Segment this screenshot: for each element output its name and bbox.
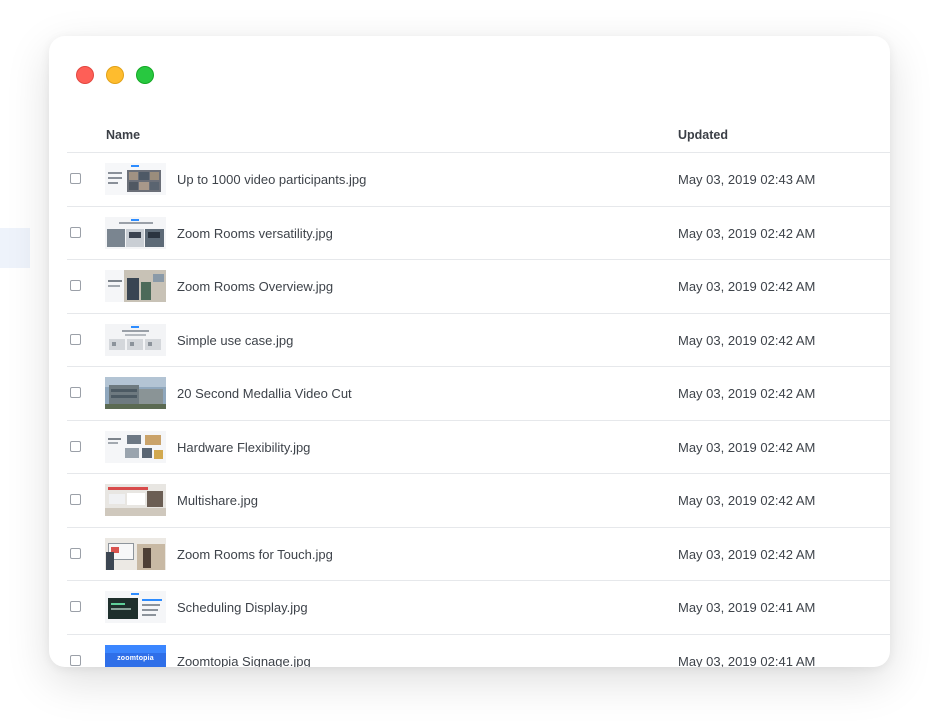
- table-row[interactable]: Simple use case.jpg May 03, 2019 02:42 A…: [67, 314, 890, 367]
- row-checkbox[interactable]: [70, 601, 81, 612]
- file-updated: May 03, 2019 02:43 AM: [678, 172, 816, 187]
- file-updated: May 03, 2019 02:42 AM: [678, 493, 816, 508]
- file-browser-window: Name Updated Up to 1000 video participan…: [49, 36, 890, 667]
- column-header-updated[interactable]: Updated: [678, 128, 728, 142]
- row-checkbox[interactable]: [70, 333, 81, 345]
- row-checkbox[interactable]: [70, 173, 81, 184]
- table-row[interactable]: Up to 1000 video participants.jpg May 03…: [67, 153, 890, 207]
- file-name[interactable]: Up to 1000 video participants.jpg: [177, 172, 366, 187]
- file-updated: May 03, 2019 02:42 AM: [678, 439, 816, 455]
- file-thumbnail: [105, 377, 166, 409]
- window-controls: [76, 66, 154, 84]
- row-checkbox[interactable]: [70, 654, 81, 666]
- signage-text: zoomtopia: [117, 654, 154, 662]
- table-row[interactable]: Zoom Rooms for Touch.jpg May 03, 2019 02…: [67, 528, 890, 581]
- file-name[interactable]: Zoomtopia Signage.jpg: [177, 654, 311, 668]
- close-button[interactable]: [76, 66, 94, 84]
- file-updated: May 03, 2019 02:42 AM: [678, 225, 816, 241]
- file-thumbnail: [105, 323, 166, 356]
- row-checkbox[interactable]: [70, 494, 81, 505]
- file-name[interactable]: Hardware Flexibility.jpg: [177, 440, 310, 455]
- file-name[interactable]: 20 Second Medallia Video Cut: [177, 386, 352, 401]
- row-checkbox[interactable]: [70, 280, 81, 291]
- row-checkbox[interactable]: [70, 226, 81, 238]
- file-updated: May 03, 2019 02:41 AM: [678, 600, 816, 615]
- table-row[interactable]: Zoom Rooms versatility.jpg May 03, 2019 …: [67, 207, 890, 260]
- row-checkbox[interactable]: [70, 440, 81, 452]
- table-row[interactable]: Zoom Rooms Overview.jpg May 03, 2019 02:…: [67, 260, 890, 314]
- file-thumbnail: [105, 484, 166, 516]
- file-table: Name Updated Up to 1000 video participan…: [67, 116, 890, 667]
- file-name[interactable]: Zoom Rooms versatility.jpg: [177, 226, 333, 241]
- table-row[interactable]: Scheduling Display.jpg May 03, 2019 02:4…: [67, 581, 890, 635]
- table-row[interactable]: Multishare.jpg May 03, 2019 02:42 AM: [67, 474, 890, 528]
- file-updated: May 03, 2019 02:42 AM: [678, 279, 816, 294]
- table-row[interactable]: 20 Second Medallia Video Cut May 03, 201…: [67, 367, 890, 421]
- minimize-button[interactable]: [106, 66, 124, 84]
- file-name[interactable]: Simple use case.jpg: [177, 333, 293, 348]
- file-updated: May 03, 2019 02:41 AM: [678, 653, 816, 668]
- table-row[interactable]: zoomtopia Zoomtopia Signage.jpg May 03, …: [67, 635, 890, 668]
- table-header: Name Updated: [67, 116, 890, 153]
- table-row[interactable]: Hardware Flexibility.jpg May 03, 2019 02…: [67, 421, 890, 474]
- file-updated: May 03, 2019 02:42 AM: [678, 332, 816, 348]
- file-updated: May 03, 2019 02:42 AM: [678, 546, 816, 562]
- file-name[interactable]: Scheduling Display.jpg: [177, 600, 308, 615]
- file-thumbnail: [105, 591, 166, 623]
- file-name[interactable]: Zoom Rooms Overview.jpg: [177, 279, 333, 294]
- file-updated: May 03, 2019 02:42 AM: [678, 386, 816, 401]
- row-checkbox[interactable]: [70, 547, 81, 559]
- file-thumbnail: [105, 430, 166, 463]
- background-stripe: [0, 228, 30, 268]
- row-checkbox[interactable]: [70, 387, 81, 398]
- file-thumbnail: [105, 216, 166, 249]
- file-thumbnail: [105, 163, 166, 195]
- file-name[interactable]: Multishare.jpg: [177, 493, 258, 508]
- maximize-button[interactable]: [136, 66, 154, 84]
- file-thumbnail: [105, 537, 166, 570]
- file-name[interactable]: Zoom Rooms for Touch.jpg: [177, 547, 333, 562]
- file-thumbnail: [105, 270, 166, 302]
- file-thumbnail: zoomtopia: [105, 644, 166, 667]
- column-header-name[interactable]: Name: [106, 128, 140, 142]
